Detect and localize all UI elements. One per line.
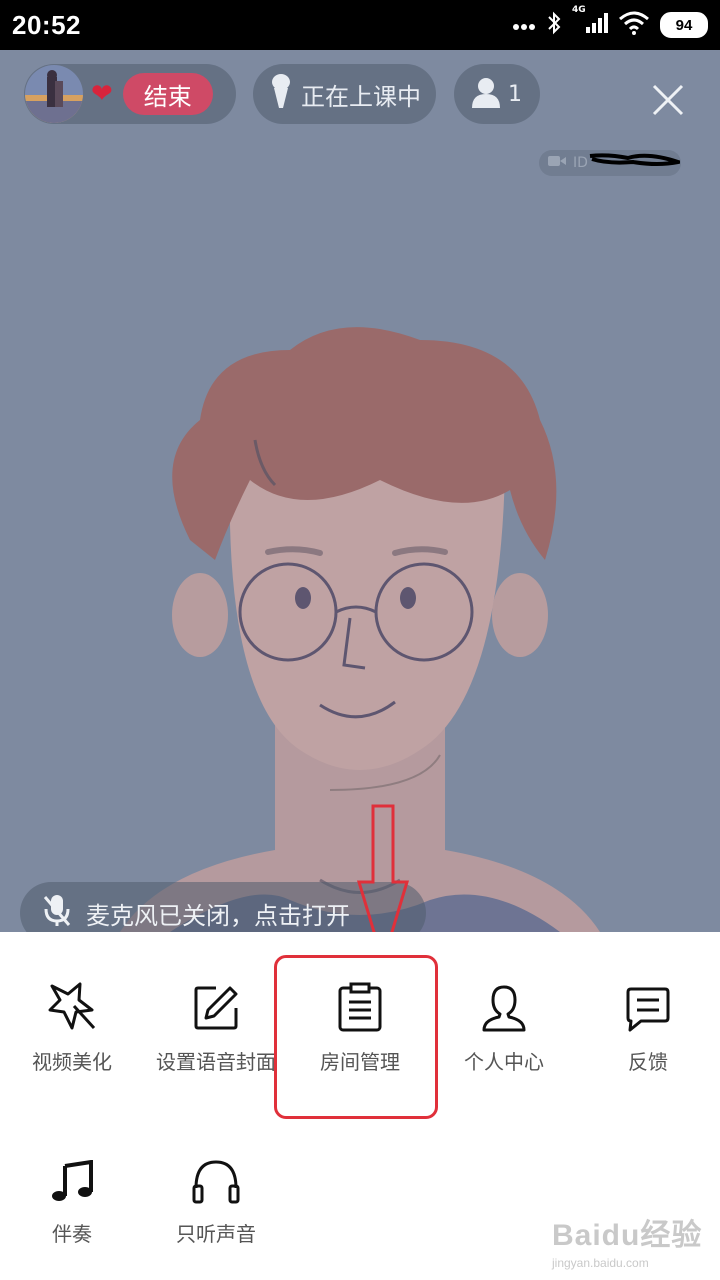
watermark-brand: Baidu经验: [552, 1219, 703, 1252]
mic-notice-text: 麦克风已关闭，点击打开: [86, 901, 350, 930]
menu-item-accompaniment[interactable]: 伴奏: [0, 1148, 144, 1247]
menu-item-label: 伴奏: [52, 1222, 92, 1246]
battery-icon: 94: [660, 12, 708, 38]
person-icon: [470, 76, 502, 112]
menu-item-label: 视频美化: [32, 1050, 112, 1074]
class-status-pill: 正在上课中: [253, 64, 436, 124]
host-avatar[interactable]: [25, 65, 83, 123]
video-camera-icon: [547, 154, 567, 172]
mic-off-icon: [42, 893, 72, 932]
menu-item-voice-cover[interactable]: 设置语音封面: [144, 976, 288, 1075]
room-id-label: ID: [573, 155, 588, 171]
close-icon[interactable]: [648, 80, 688, 120]
host-info-pill: ❤ 结束: [24, 64, 236, 124]
bluetooth-icon: [546, 11, 562, 39]
end-class-button[interactable]: 结束: [122, 73, 213, 115]
microphone-icon: [271, 74, 291, 114]
annotation-highlight-box: [274, 955, 438, 1119]
teacher-avatar-illustration: [120, 327, 600, 932]
watermark-url: jingyan.baidu.com: [552, 1256, 649, 1270]
clock: 20:52: [12, 10, 81, 40]
class-status-text: 正在上课中: [301, 82, 421, 111]
menu-item-feedback[interactable]: 反馈: [576, 976, 720, 1075]
music-note-icon: [0, 1148, 144, 1204]
menu-item-personal-center[interactable]: 个人中心: [432, 976, 576, 1075]
menu-item-label: 反馈: [628, 1050, 668, 1074]
wifi-icon: [618, 11, 650, 39]
menu-item-audio-only[interactable]: 只听声音: [144, 1148, 288, 1247]
magic-wand-icon: [0, 976, 144, 1032]
video-preview[interactable]: ❤ 结束 正在上课中 1 ID 麦克风已关闭，点击打开: [0, 50, 720, 932]
headphones-icon: [144, 1148, 288, 1204]
menu-item-label: 个人中心: [464, 1050, 544, 1074]
network-type: 4G: [572, 5, 586, 15]
annotation-arrow: [356, 804, 410, 932]
audience-count-pill[interactable]: 1: [454, 64, 540, 124]
menu-item-label: 设置语音封面: [156, 1050, 276, 1074]
status-bar: 20:52 4G 94: [0, 0, 720, 50]
edit-icon: [144, 976, 288, 1032]
user-icon: [432, 976, 576, 1032]
heart-icon[interactable]: ❤: [91, 79, 113, 109]
message-icon: [576, 976, 720, 1032]
menu-item-label: 只听声音: [176, 1222, 256, 1246]
menu-item-video-beauty[interactable]: 视频美化: [0, 976, 144, 1075]
watermark: Baidu经验 jingyan.baidu.com: [552, 1210, 702, 1270]
signal-icon: 4G: [572, 5, 608, 39]
dots-icon: [512, 16, 536, 35]
redaction-scribble: [589, 153, 680, 166]
audience-count: 1: [508, 81, 522, 107]
status-icons: 4G 94: [512, 5, 708, 40]
